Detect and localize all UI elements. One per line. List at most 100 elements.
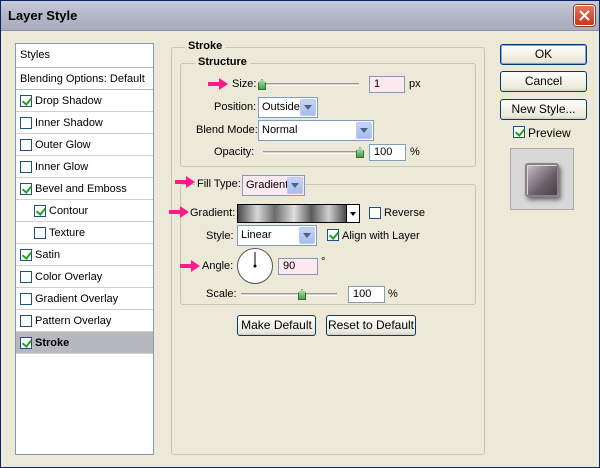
styles-list-item[interactable]: Drop Shadow <box>16 90 153 112</box>
gradient-label: Gradient: <box>190 207 236 219</box>
style-select-value: Linear <box>241 229 272 241</box>
style-checkbox[interactable] <box>20 293 32 305</box>
styles-list-item[interactable]: Color Overlay <box>16 266 153 288</box>
scale-input[interactable]: 100 <box>348 286 385 303</box>
chevron-down-icon[interactable] <box>300 99 316 116</box>
style-checkbox[interactable] <box>20 271 32 283</box>
styles-list-item-label: Satin <box>35 249 61 261</box>
preview-label: Preview <box>528 126 571 140</box>
fill-type-select-value: Gradient <box>246 179 289 191</box>
chevron-down-icon[interactable] <box>356 122 372 139</box>
reverse-label: Reverse <box>384 207 425 219</box>
styles-list-item-label: Bevel and Emboss <box>35 183 127 195</box>
styles-list-item-label: Inner Glow <box>35 161 89 173</box>
opacity-slider-track[interactable] <box>263 151 364 154</box>
position-label: Position: <box>214 101 257 113</box>
blend-mode-select[interactable]: Normal <box>258 120 374 141</box>
make-default-button[interactable]: Make Default <box>237 315 316 336</box>
fill-type-select[interactable]: Gradient <box>242 175 305 196</box>
ok-button[interactable]: OK <box>500 44 587 65</box>
style-checkbox[interactable] <box>34 205 46 217</box>
styles-list-item[interactable]: Pattern Overlay <box>16 310 153 332</box>
size-input[interactable]: 1 <box>369 76 405 93</box>
reverse-checkbox[interactable] <box>369 207 381 219</box>
pink-arrow-icon <box>180 260 200 272</box>
styles-list-item-label: Outer Glow <box>35 139 91 151</box>
pink-arrow-icon <box>175 176 195 188</box>
new-style-button[interactable]: New Style... <box>500 99 587 120</box>
blend-mode-select-value: Normal <box>262 124 298 136</box>
styles-list-item[interactable]: Satin <box>16 244 153 266</box>
gradient-dropdown-button[interactable] <box>346 204 360 223</box>
scale-slider-track[interactable] <box>241 293 337 296</box>
angle-unit: ° <box>321 256 326 268</box>
stroke-group-title: Stroke <box>185 40 226 52</box>
styles-list-items: Blending Options: Default Drop Shadow Inne… <box>16 68 153 354</box>
styles-list-item[interactable]: Inner Shadow <box>16 112 153 134</box>
style-checkbox[interactable] <box>20 337 32 349</box>
styles-list-header[interactable]: Styles <box>16 44 153 68</box>
size-unit: px <box>409 78 421 90</box>
style-checkbox[interactable] <box>20 249 32 261</box>
reset-to-default-button[interactable]: Reset to Default <box>326 315 416 336</box>
size-label: Size: <box>232 78 257 90</box>
style-checkbox[interactable] <box>20 183 32 195</box>
styles-list-item-label: Inner Shadow <box>35 117 103 129</box>
style-preview <box>510 148 574 210</box>
styles-list-item[interactable]: Bevel and Emboss <box>16 178 153 200</box>
styles-list-item-label: Blending Options: Default <box>20 73 145 85</box>
style-select[interactable]: Linear <box>237 225 317 246</box>
styles-list-item-label: Contour <box>49 205 89 217</box>
size-slider-track[interactable] <box>259 83 359 86</box>
gradient-swatch[interactable] <box>237 204 347 223</box>
styles-list-item-label: Color Overlay <box>35 271 103 283</box>
style-label: Style: <box>206 230 234 242</box>
styles-list: Styles Blending Options: Default Drop Sha… <box>15 43 154 455</box>
styles-list-item[interactable]: Outer Glow <box>16 134 153 156</box>
position-select-value: Outside <box>262 101 300 113</box>
angle-dial[interactable] <box>237 248 273 284</box>
scale-unit: % <box>388 288 398 300</box>
angle-label: Angle: <box>202 260 234 272</box>
angle-dial-icon <box>253 252 257 268</box>
align-with-layer-checkbox[interactable] <box>327 229 339 241</box>
styles-list-item[interactable]: Contour <box>16 200 153 222</box>
style-checkbox[interactable] <box>20 161 32 173</box>
chevron-down-icon[interactable] <box>287 177 303 194</box>
pink-arrow-icon <box>208 78 228 90</box>
styles-list-item-label: Drop Shadow <box>35 95 102 107</box>
opacity-unit: % <box>410 146 420 158</box>
align-with-layer-label: Align with Layer <box>342 230 420 242</box>
styles-list-item[interactable]: Stroke <box>16 332 153 354</box>
styles-list-item[interactable]: Gradient Overlay <box>16 288 153 310</box>
style-checkbox[interactable] <box>34 227 46 239</box>
styles-list-item-label: Pattern Overlay <box>35 315 112 327</box>
styles-list-item-label: Gradient Overlay <box>35 293 119 305</box>
chevron-down-icon[interactable] <box>299 227 315 244</box>
pink-arrow-icon <box>169 206 189 218</box>
styles-list-item-label: Stroke <box>35 337 70 349</box>
opacity-label: Opacity: <box>214 146 255 158</box>
opacity-input[interactable]: 100 <box>369 144 406 161</box>
styles-list-item-label: Texture <box>49 227 86 239</box>
scale-label: Scale: <box>206 288 237 300</box>
title-bar[interactable]: Layer Style <box>1 1 599 31</box>
style-checkbox[interactable] <box>20 95 32 107</box>
styles-list-item[interactable]: Blending Options: Default <box>16 68 153 90</box>
fill-group <box>180 184 476 305</box>
styles-list-item[interactable]: Texture <box>16 222 153 244</box>
style-checkbox[interactable] <box>20 117 32 129</box>
position-select[interactable]: Outside <box>258 97 318 118</box>
style-checkbox[interactable] <box>20 139 32 151</box>
preview-checkbox[interactable] <box>513 126 525 138</box>
close-button[interactable] <box>574 5 595 26</box>
layer-style-dialog: Layer Style Styles Blending Options: Def… <box>0 0 600 468</box>
cancel-button[interactable]: Cancel <box>500 71 587 92</box>
styles-list-item[interactable]: Inner Glow <box>16 156 153 178</box>
style-preview-swatch <box>525 163 559 197</box>
angle-input[interactable]: 90 <box>278 258 318 275</box>
close-icon <box>579 10 590 21</box>
blend-mode-label: Blend Mode: <box>196 124 258 136</box>
style-checkbox[interactable] <box>20 315 32 327</box>
fill-type-label: Fill Type: <box>195 178 243 190</box>
